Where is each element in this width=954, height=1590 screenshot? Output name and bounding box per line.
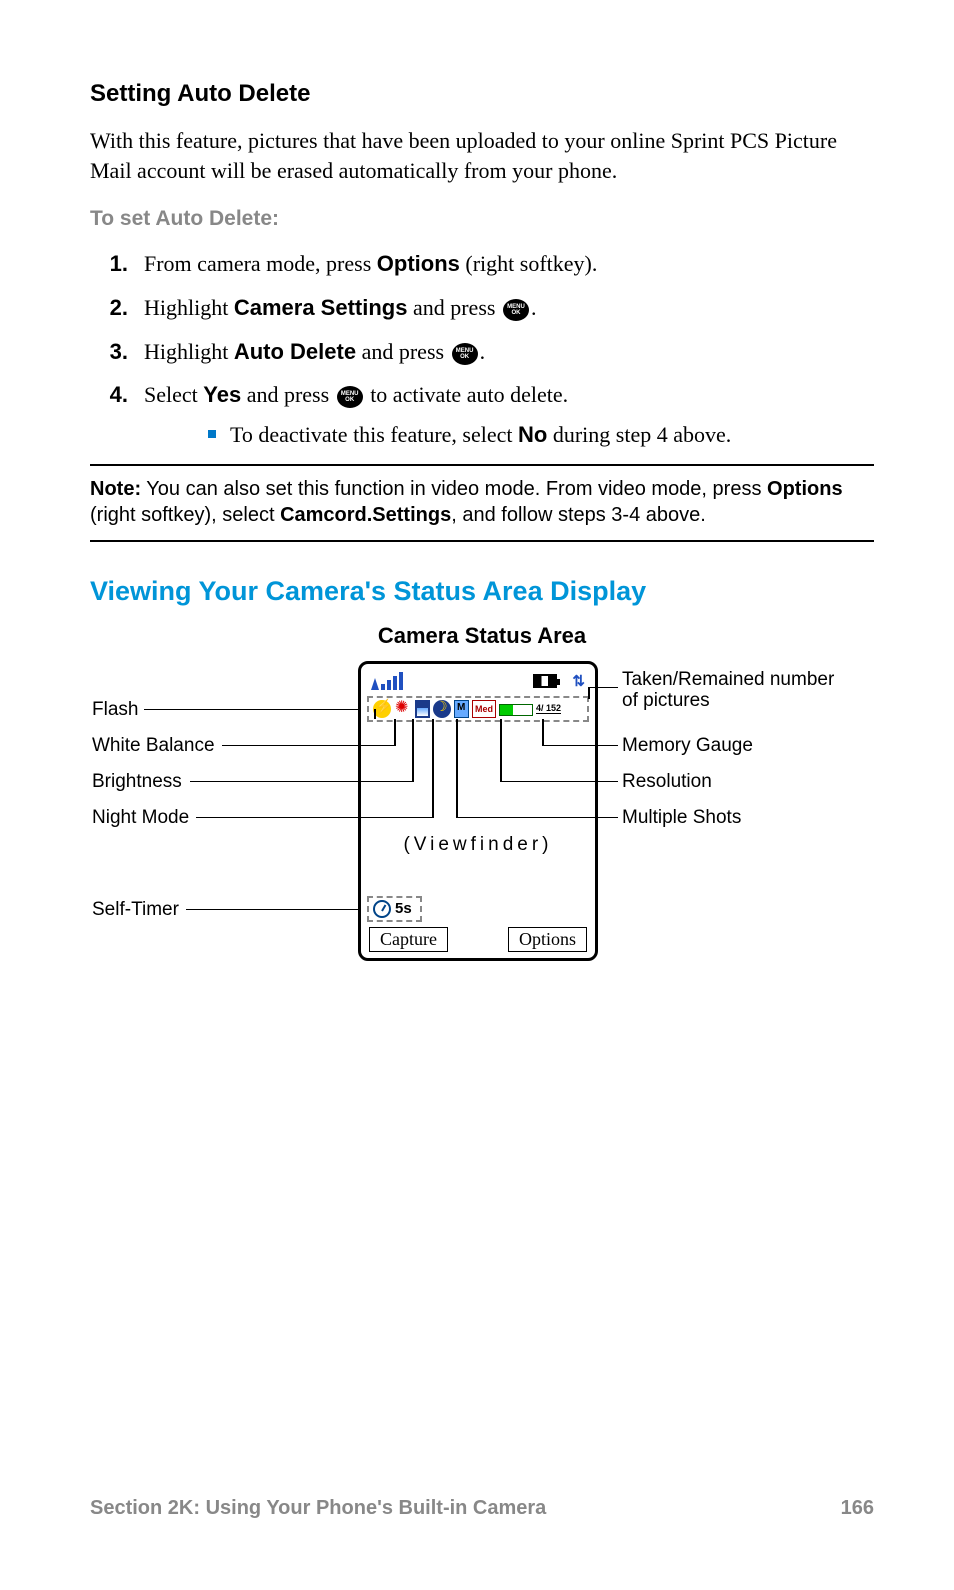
camera-status-diagram: ⇅ Med 4/ 152 (Viewfinder) 5s Capture Opt… <box>92 657 872 987</box>
step-number: 2. <box>90 293 144 323</box>
label-self-timer: Self-Timer <box>92 899 179 921</box>
camera-icon-row: Med 4/ 152 <box>367 696 589 722</box>
steps-list: 1. From camera mode, press Options (righ… <box>90 249 874 449</box>
page-footer: Section 2K: Using Your Phone's Built-in … <box>90 1497 874 1520</box>
heading-auto-delete: Setting Auto Delete <box>90 80 874 108</box>
battery-icon <box>533 674 557 688</box>
menu-ok-icon <box>503 299 529 321</box>
softkey-row: Capture Options <box>369 927 587 952</box>
options-softkey: Options <box>508 927 587 952</box>
connector-line <box>190 781 412 783</box>
footer-section-label: Section 2K: Using Your Phone's Built-in … <box>90 1497 546 1520</box>
label-taken-remained: Taken/Remained number of pictures <box>622 670 852 712</box>
connector-line <box>222 745 394 747</box>
timer-value: 5s <box>395 900 412 917</box>
connector-line <box>196 817 432 819</box>
connector-line <box>588 687 590 699</box>
connector-line <box>588 687 618 689</box>
connector-line <box>542 719 544 746</box>
label-brightness: Brightness <box>92 771 182 793</box>
arrows-icon: ⇅ <box>572 672 585 690</box>
label-multiple-shots: Multiple Shots <box>622 807 741 829</box>
timer-icon <box>373 900 391 918</box>
phone-screen: ⇅ Med 4/ 152 (Viewfinder) 5s Capture Opt… <box>358 661 598 961</box>
connector-line <box>432 719 434 818</box>
procedure-subhead: To set Auto Delete: <box>90 207 874 231</box>
step-text: Highlight Camera Settings and press . <box>144 293 874 323</box>
memory-gauge-icon <box>499 704 533 716</box>
viewfinder-label: (Viewfinder) <box>361 834 595 856</box>
note-block: Note: You can also set this function in … <box>90 464 874 542</box>
connector-line <box>374 709 376 719</box>
step-text: From camera mode, press Options (right s… <box>144 249 874 279</box>
connector-line <box>500 719 502 782</box>
connector-line <box>412 719 414 782</box>
capture-softkey: Capture <box>369 927 448 952</box>
step-1: 1. From camera mode, press Options (righ… <box>90 249 874 279</box>
step-number: 1. <box>90 249 144 279</box>
step-number: 4. <box>90 380 144 449</box>
note-label: Note: <box>90 478 141 500</box>
step-3: 3. Highlight Auto Delete and press . <box>90 337 874 367</box>
label-white-balance: White Balance <box>92 735 215 757</box>
step-number: 3. <box>90 337 144 367</box>
connector-line <box>542 745 618 747</box>
footer-page-number: 166 <box>841 1497 874 1520</box>
step-2: 2. Highlight Camera Settings and press . <box>90 293 874 323</box>
signal-icon <box>371 672 403 690</box>
connector-line <box>394 719 396 746</box>
label-flash: Flash <box>92 699 138 721</box>
status-bar: ⇅ <box>369 672 587 694</box>
flash-icon <box>373 700 391 718</box>
self-timer-indicator: 5s <box>367 896 422 922</box>
white-balance-icon <box>394 700 412 718</box>
step-text: Highlight Auto Delete and press . <box>144 337 874 367</box>
heading-status-display: Viewing Your Camera's Status Area Displa… <box>90 576 874 607</box>
sub-bullet: To deactivate this feature, select No du… <box>208 420 874 450</box>
label-resolution: Resolution <box>622 771 712 793</box>
connector-line <box>500 781 618 783</box>
diagram-title: Camera Status Area <box>90 623 874 649</box>
label-memory-gauge: Memory Gauge <box>622 735 753 757</box>
resolution-icon: Med <box>472 700 496 718</box>
intro-paragraph: With this feature, pictures that have be… <box>90 126 874 185</box>
multi-shot-icon <box>454 700 469 718</box>
step-text: Select Yes and press to activate auto de… <box>144 380 874 449</box>
brightness-icon <box>415 700 430 718</box>
night-mode-icon <box>433 700 451 718</box>
label-night-mode: Night Mode <box>92 807 189 829</box>
connector-line <box>186 909 360 911</box>
connector-line <box>456 817 618 819</box>
menu-ok-icon <box>337 386 363 408</box>
picture-count: 4/ 152 <box>536 703 561 714</box>
menu-ok-icon <box>452 343 478 365</box>
connector-line <box>144 709 360 711</box>
step-4: 4. Select Yes and press to activate auto… <box>90 380 874 449</box>
connector-line <box>456 719 458 818</box>
